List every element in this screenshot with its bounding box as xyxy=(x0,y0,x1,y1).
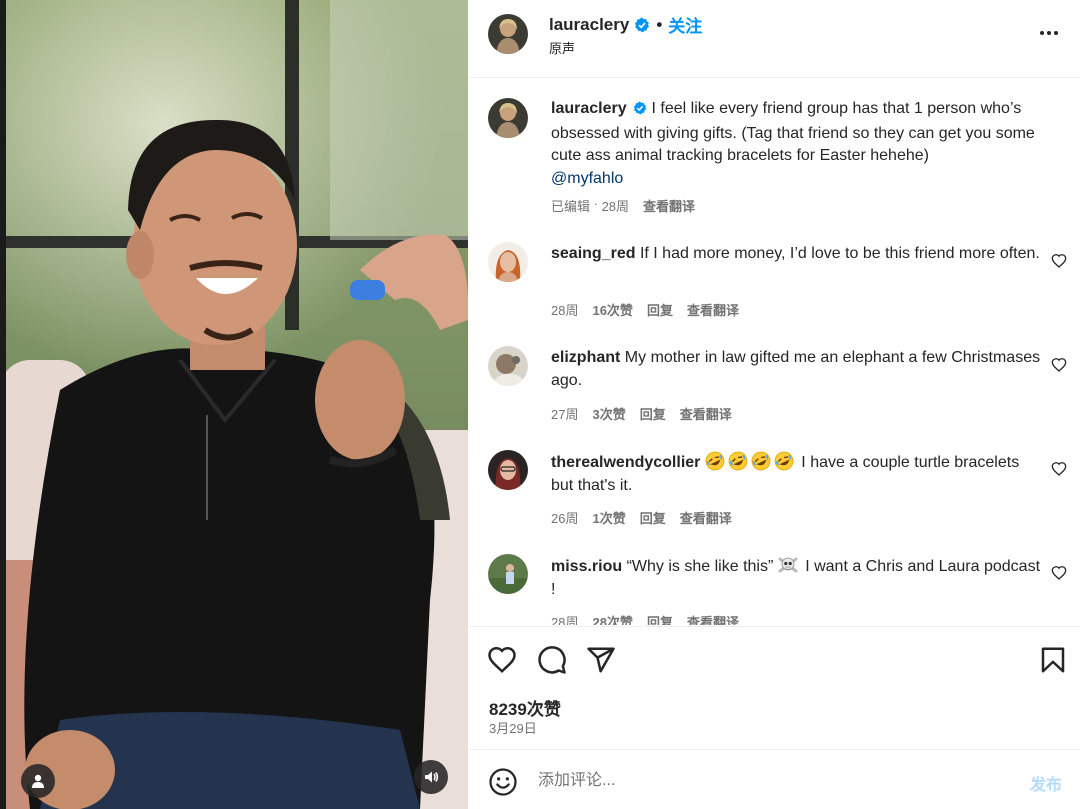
caption-text: lauraclery I feel like every friend grou… xyxy=(551,98,1041,190)
caption-edited: 已编辑 xyxy=(551,199,591,214)
caption-meta: 已编辑 · 28周 查看翻译 xyxy=(551,196,695,215)
comment-meta: 28周 28次赞 回复 查看翻译 xyxy=(551,612,739,625)
caption-mention[interactable]: @myfahlo xyxy=(551,170,623,187)
follow-button[interactable]: 关注 xyxy=(668,12,702,37)
more-options-icon xyxy=(1040,31,1058,35)
rolling-laughing-emoji xyxy=(751,451,771,471)
caption-meta-separator: · xyxy=(590,196,602,211)
author-avatar[interactable] xyxy=(488,14,528,54)
comment-meta: 27周 3次赞 回复 查看翻译 xyxy=(551,404,732,423)
bookmark-icon[interactable] xyxy=(1038,645,1068,675)
post-header: lauraclery • 关注 原声 xyxy=(468,0,1080,78)
author-username[interactable]: lauraclery xyxy=(549,15,629,35)
rolling-laughing-emoji xyxy=(774,451,794,471)
post-actions: 8239次赞 3月29日 xyxy=(468,626,1080,748)
translate-button[interactable]: 查看翻译 xyxy=(680,508,732,527)
comment-username[interactable]: therealwendycollier xyxy=(551,454,700,471)
comment-composer: 发布 xyxy=(468,749,1080,809)
translate-button[interactable]: 查看翻译 xyxy=(680,404,732,423)
emoji-smiley-icon[interactable] xyxy=(488,767,518,797)
avatar-image xyxy=(488,346,528,386)
video-edge xyxy=(0,0,6,809)
heart-icon[interactable] xyxy=(1051,461,1067,477)
comment-text: elizphant My mother in law gifted me an … xyxy=(551,347,1041,392)
comments-list[interactable]: lauraclery I feel like every friend grou… xyxy=(468,79,1080,625)
comment-likes[interactable]: 16次赞 xyxy=(592,300,632,319)
avatar-image xyxy=(488,450,528,490)
heart-icon[interactable] xyxy=(1051,565,1067,581)
speaker-icon xyxy=(425,771,439,783)
video-frame xyxy=(0,0,468,809)
commenter-avatar[interactable] xyxy=(488,450,528,490)
avatar-image xyxy=(488,554,528,594)
audio-link[interactable]: 原声 xyxy=(549,38,575,57)
comment-bubble-icon[interactable] xyxy=(537,645,567,675)
verified-badge-icon xyxy=(633,100,647,123)
comment-body: If I had more money, I’d love to be this… xyxy=(639,245,1040,262)
comment-likes[interactable]: 1次赞 xyxy=(592,508,625,527)
avatar-image xyxy=(488,242,528,282)
author-avatar[interactable] xyxy=(488,98,528,138)
comment-meta: 26周 1次赞 回复 查看翻译 xyxy=(551,508,732,527)
reply-button[interactable]: 回复 xyxy=(640,404,666,423)
commenter-avatar[interactable] xyxy=(488,242,528,282)
translate-button[interactable]: 查看翻译 xyxy=(687,612,739,625)
verified-badge-icon xyxy=(634,17,650,33)
caption-username[interactable]: lauraclery xyxy=(551,100,627,117)
comment-age[interactable]: 28周 xyxy=(551,300,578,319)
like-count[interactable]: 8239次赞 xyxy=(489,695,561,720)
rolling-laughing-emoji xyxy=(728,451,748,471)
caption-translate[interactable]: 查看翻译 xyxy=(643,196,695,215)
post-details-panel: lauraclery • 关注 原声 lauraclery I feel lik… xyxy=(468,0,1080,809)
reply-button[interactable]: 回复 xyxy=(647,300,673,319)
post-video[interactable] xyxy=(0,0,468,809)
comment-meta: 28周 16次赞 回复 查看翻译 xyxy=(551,300,739,319)
comment-body-before: “Why is she like this” xyxy=(626,558,774,575)
comment-username[interactable]: seaing_red xyxy=(551,245,635,262)
heart-icon[interactable] xyxy=(1051,253,1067,269)
comment-age[interactable]: 28周 xyxy=(551,612,578,625)
heart-icon[interactable] xyxy=(487,645,517,675)
header-separator: • xyxy=(656,14,663,34)
comment-text: therealwendycollier I have a couple turt… xyxy=(551,451,1041,497)
skull-crossbones-emoji xyxy=(778,557,798,573)
post-comment-button[interactable]: 发布 xyxy=(1030,771,1062,795)
rolling-laughing-emoji xyxy=(705,451,725,471)
reply-button[interactable]: 回复 xyxy=(647,612,673,625)
commenter-avatar[interactable] xyxy=(488,554,528,594)
avatar-image xyxy=(488,14,528,54)
caption-age[interactable]: 28周 xyxy=(602,196,629,215)
instagram-post-modal: lauraclery • 关注 原声 lauraclery I feel lik… xyxy=(0,0,1080,809)
comment-username[interactable]: elizphant xyxy=(551,349,620,366)
more-options-button[interactable] xyxy=(1038,22,1060,44)
comment-likes[interactable]: 28次赞 xyxy=(592,612,632,625)
heart-icon[interactable] xyxy=(1051,357,1067,373)
translate-button[interactable]: 查看翻译 xyxy=(687,300,739,319)
emoji-group xyxy=(705,451,797,471)
send-icon[interactable] xyxy=(586,645,616,675)
avatar-image xyxy=(488,98,528,138)
comment-input[interactable] xyxy=(538,768,1008,794)
comment-likes[interactable]: 3次赞 xyxy=(592,404,625,423)
comment-age[interactable]: 26周 xyxy=(551,508,578,527)
post-date[interactable]: 3月29日 xyxy=(489,718,537,737)
commenter-avatar[interactable] xyxy=(488,346,528,386)
comment-text: seaing_red If I had more money, I’d love… xyxy=(551,243,1041,266)
comment-age[interactable]: 27周 xyxy=(551,404,578,423)
comment-text: miss.riou “Why is she like this” I want … xyxy=(551,555,1041,601)
comment-body: My mother in law gifted me an elephant a… xyxy=(551,349,1041,389)
user-tag-icon xyxy=(32,774,44,788)
author-line: lauraclery • 关注 xyxy=(549,12,702,37)
audio-toggle-button[interactable] xyxy=(414,760,448,794)
comment-username[interactable]: miss.riou xyxy=(551,558,622,575)
reply-button[interactable]: 回复 xyxy=(640,508,666,527)
tagged-users-button[interactable] xyxy=(21,764,55,798)
